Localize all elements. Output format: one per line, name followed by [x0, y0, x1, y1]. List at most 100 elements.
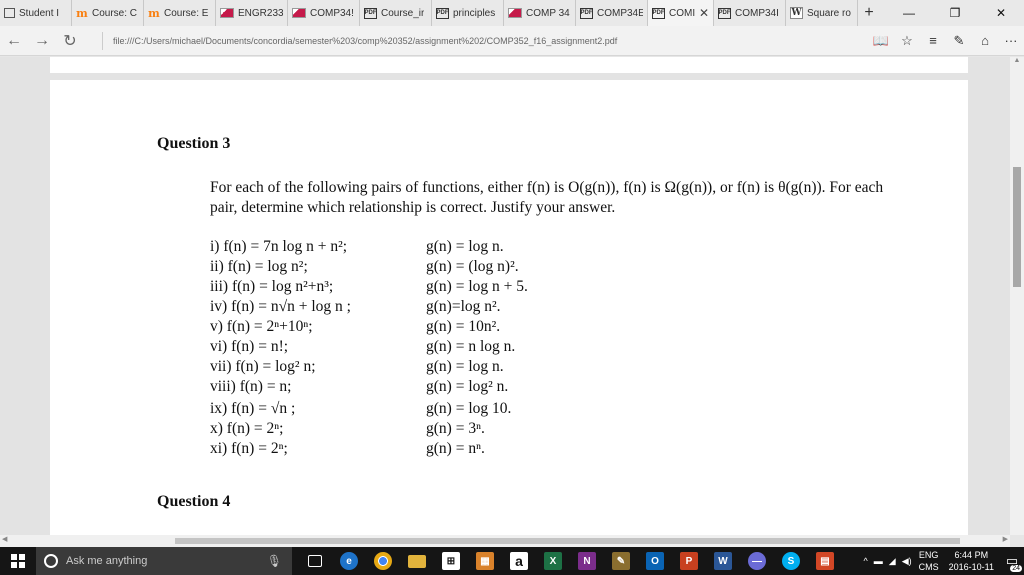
language-indicator[interactable]: ENG CMS — [915, 549, 943, 573]
favorite-star-icon[interactable]: ☆ — [894, 28, 920, 54]
app-grid-icon: ▦ — [476, 552, 494, 570]
flag-icon — [508, 8, 522, 18]
skype-button[interactable]: S — [774, 547, 808, 575]
tab-engr233[interactable]: ENGR233 — [216, 0, 288, 26]
address-bar: ← → ↻ file:///C:/Users/michael/Documents… — [0, 26, 1024, 56]
tab-comp34e[interactable]: PDF COMP34E — [576, 0, 648, 26]
g-expression: g(n) = log n. — [426, 238, 504, 255]
f-expression: ix) f(n) = √n ; — [210, 400, 296, 417]
amazon-icon: a — [510, 552, 528, 570]
clock[interactable]: 6:44 PM 2016-10-11 — [943, 549, 1000, 573]
forward-icon[interactable]: → — [28, 27, 56, 55]
outlook-button[interactable]: O — [638, 547, 672, 575]
tab-course-ir[interactable]: PDF Course_ir — [360, 0, 432, 26]
g-expression: g(n) = 10n². — [426, 318, 501, 335]
powerpoint-button[interactable]: P — [672, 547, 706, 575]
share-icon[interactable]: ⌂ — [972, 28, 998, 54]
horizontal-scroll-thumb[interactable] — [175, 538, 960, 544]
pen-app-button[interactable]: ✎ — [604, 547, 638, 575]
store-icon: ⊞ — [442, 552, 460, 570]
word-icon: W — [714, 552, 732, 570]
tab-course-e[interactable]: m Course: E — [144, 0, 216, 26]
question-4-title: Question 4 — [157, 493, 231, 510]
amazon-button[interactable]: a — [502, 547, 536, 575]
power-icon[interactable]: ▬ — [871, 556, 886, 566]
vertical-scroll-thumb[interactable] — [1013, 167, 1021, 287]
tab-label: COMP 34 — [526, 7, 570, 19]
tab-comp34-a[interactable]: COMP34! — [288, 0, 360, 26]
input-method: CMS — [918, 562, 939, 572]
question-3-title: Question 3 — [157, 135, 231, 152]
start-button[interactable] — [0, 547, 36, 575]
scroll-right-icon[interactable]: ▶ — [1003, 535, 1008, 543]
pen-icon: ✎ — [612, 552, 630, 570]
g-expression: g(n) = nⁿ. — [426, 440, 485, 457]
hub-icon[interactable]: ≡ — [920, 28, 946, 54]
tab-comp34i[interactable]: PDF COMP34I — [714, 0, 786, 26]
back-icon[interactable]: ← — [0, 27, 28, 55]
restore-button[interactable]: ❐ — [932, 0, 978, 26]
excel-button[interactable]: X — [536, 547, 570, 575]
moodle-icon: m — [76, 6, 88, 20]
url-field[interactable]: file:///C:/Users/michael/Documents/conco… — [102, 31, 802, 50]
flag-icon — [292, 8, 306, 18]
cortana-search-box[interactable]: Ask me anything 🎙 — [36, 547, 292, 575]
minimize-button[interactable]: — — [886, 0, 932, 26]
store-button[interactable]: ⊞ — [434, 547, 468, 575]
f-expression: v) f(n) = 2ⁿ+10ⁿ; — [210, 318, 313, 335]
tab-comp-34[interactable]: COMP 34 — [504, 0, 576, 26]
word-button[interactable]: W — [706, 547, 740, 575]
tab-principles[interactable]: PDF principles — [432, 0, 504, 26]
pdf-icon: PDF — [580, 7, 593, 19]
red-app-button[interactable]: ▤ — [808, 547, 842, 575]
wifi-icon[interactable]: ◢ — [886, 556, 899, 567]
tab-label: COMP34! — [310, 7, 354, 19]
chevron-up-icon[interactable]: ^ — [861, 556, 871, 566]
taskbar: Ask me anything 🎙 e ⊞ ▦ a X N ✎ O P W — … — [0, 547, 1024, 575]
tab-course-c[interactable]: m Course: C — [72, 0, 144, 26]
pdf-viewport[interactable]: Question 3 For each of the following pai… — [0, 57, 1010, 535]
tab-label: principles — [453, 7, 496, 19]
more-icon[interactable]: ··· — [998, 28, 1024, 54]
f-expression: viii) f(n) = n; — [210, 378, 292, 395]
reading-view-icon[interactable]: 📖 — [868, 28, 894, 54]
close-tab-icon[interactable]: ✕ — [699, 6, 709, 20]
g-expression: g(n) = 3ⁿ. — [426, 420, 485, 437]
orange-app-button[interactable]: ▦ — [468, 547, 502, 575]
powerpoint-icon: P — [680, 552, 698, 570]
task-view-button[interactable] — [298, 547, 332, 575]
f-expression: vi) f(n) = n!; — [210, 338, 289, 355]
edge-button[interactable]: e — [332, 547, 366, 575]
onenote-icon: N — [578, 552, 596, 570]
horizontal-scrollbar[interactable]: ◀ ▶ — [0, 535, 1010, 547]
tab-square-root[interactable]: W Square ro — [786, 0, 858, 26]
g-expression: g(n) = log² n. — [426, 378, 509, 395]
vertical-scrollbar[interactable]: ▲ — [1010, 57, 1024, 535]
cortana-icon — [44, 554, 58, 568]
refresh-icon[interactable]: ↻ — [56, 27, 84, 55]
web-note-icon[interactable]: ✎ — [946, 28, 972, 54]
moodle-icon: m — [148, 6, 160, 20]
scroll-left-icon[interactable]: ◀ — [2, 535, 7, 543]
disc-app-button[interactable]: — — [740, 547, 774, 575]
volume-icon[interactable]: ◀) — [899, 556, 915, 567]
tab-student[interactable]: Student I — [0, 0, 72, 26]
app-red-icon: ▤ — [816, 552, 834, 570]
pdf-icon: PDF — [436, 7, 449, 19]
chrome-button[interactable] — [366, 547, 400, 575]
previous-page-edge — [50, 57, 968, 73]
microphone-icon[interactable]: 🎙 — [267, 554, 282, 568]
f-expression: iv) f(n) = n√n + log n ; — [210, 298, 351, 315]
g-expression: g(n) = (log n)². — [426, 258, 519, 275]
action-center-button[interactable]: ▭ 24 — [1000, 547, 1024, 575]
taskbar-apps: e ⊞ ▦ a X N ✎ O P W — S ▤ — [298, 547, 842, 575]
f-expression: iii) f(n) = log n²+n³; — [210, 278, 334, 295]
tab-label: ENGR233 — [238, 7, 283, 19]
scroll-up-icon[interactable]: ▲ — [1010, 57, 1024, 69]
close-window-button[interactable]: ✕ — [978, 0, 1024, 26]
tab-active-pdf[interactable]: PDF COMI ✕ — [648, 0, 714, 26]
g-expression: g(n)=log n². — [426, 298, 501, 315]
onenote-button[interactable]: N — [570, 547, 604, 575]
new-tab-button[interactable]: + — [858, 0, 880, 26]
file-explorer-button[interactable] — [400, 547, 434, 575]
